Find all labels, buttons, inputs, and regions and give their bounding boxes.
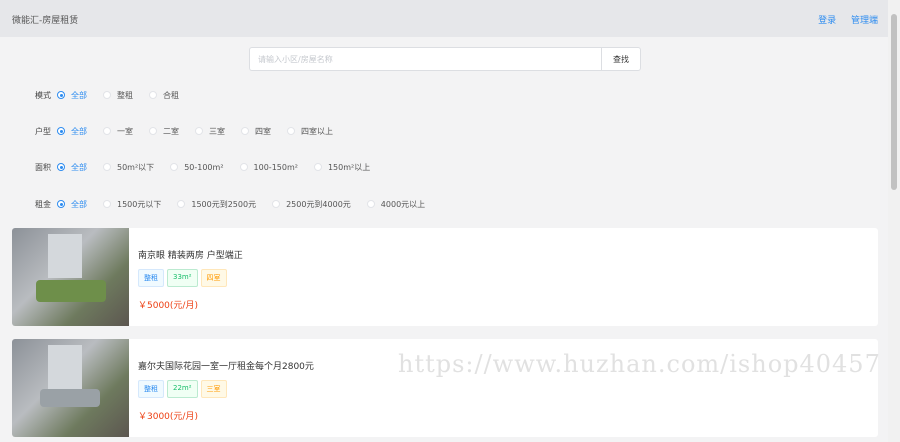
filter-label: 模式 bbox=[35, 90, 51, 100]
listing-tag: 三室 bbox=[200, 380, 227, 398]
filter-option-label: 全部 bbox=[71, 162, 87, 172]
radio-icon[interactable] bbox=[57, 127, 65, 135]
filter-option-label: 50m²以下 bbox=[117, 162, 155, 172]
filter-option[interactable]: 150m²以上 bbox=[313, 162, 371, 173]
radio-icon[interactable] bbox=[103, 163, 111, 171]
filter-option[interactable]: 全部 bbox=[57, 162, 87, 173]
site-brand: 微能汇-房屋租赁 bbox=[12, 16, 79, 26]
filter-option[interactable]: 50m²以下 bbox=[103, 162, 154, 173]
filter-option-label: 全部 bbox=[71, 199, 87, 209]
photo-sofa bbox=[40, 389, 100, 407]
filter-option[interactable]: 二室 bbox=[149, 126, 179, 137]
filter-option-label: 全部 bbox=[71, 90, 87, 100]
radio-icon[interactable] bbox=[170, 163, 179, 171]
scrollbar[interactable] bbox=[888, 0, 900, 442]
filter-option[interactable]: 1500元以下 bbox=[103, 199, 161, 210]
radio-icon[interactable] bbox=[103, 91, 111, 99]
filter-label: 面积 bbox=[35, 162, 51, 172]
radio-icon[interactable] bbox=[149, 127, 157, 135]
radio-icon[interactable] bbox=[177, 200, 186, 208]
search-bar: 查找 bbox=[249, 47, 641, 71]
listing-tag: 四室 bbox=[200, 269, 227, 287]
admin-link[interactable]: 管理端 bbox=[851, 16, 878, 26]
radio-icon[interactable] bbox=[366, 200, 375, 208]
filter-option[interactable]: 50-100m² bbox=[170, 162, 224, 172]
filter-option[interactable]: 4000元以上 bbox=[366, 199, 426, 210]
header-links: 登录 管理端 bbox=[806, 13, 878, 26]
filter-option[interactable]: 四室以上 bbox=[287, 126, 333, 137]
watermark-text: https://www.huzhan.com/ishop40457 bbox=[398, 350, 881, 378]
filter-option-label: 合租 bbox=[163, 90, 179, 100]
filter-option-label: 50-100m² bbox=[184, 162, 224, 172]
radio-icon[interactable] bbox=[313, 163, 322, 171]
filter-option[interactable]: 三室 bbox=[195, 126, 225, 137]
radio-icon[interactable] bbox=[57, 200, 65, 208]
filter-option[interactable]: 1500元到2500元 bbox=[177, 199, 256, 210]
search-input[interactable] bbox=[249, 47, 601, 71]
radio-icon[interactable] bbox=[195, 127, 203, 135]
radio-icon[interactable] bbox=[272, 200, 281, 208]
filter-option-label: 150m²以上 bbox=[327, 162, 371, 172]
listing-card[interactable]: 南京眼 精装两房 户型端正整租 33m² 四室 ￥5000(元/月) bbox=[12, 228, 878, 326]
radio-icon[interactable] bbox=[239, 163, 248, 171]
filter-option-label: 一室 bbox=[117, 126, 133, 136]
top-header: 微能汇-房屋租赁 登录 管理端 bbox=[0, 0, 888, 37]
radio-icon[interactable] bbox=[57, 91, 65, 99]
photo-window bbox=[48, 234, 82, 278]
filter-option-label: 4000元以上 bbox=[380, 199, 426, 209]
listing-tag: 22m² bbox=[167, 380, 198, 398]
filter-option-label: 整租 bbox=[117, 90, 133, 100]
listing-tag: 整租 bbox=[138, 269, 164, 287]
radio-icon[interactable] bbox=[103, 127, 111, 135]
filter-option[interactable]: 全部 bbox=[57, 126, 87, 137]
listing-price: ￥3000(元/月) bbox=[138, 412, 198, 422]
listing-photo[interactable] bbox=[12, 228, 129, 326]
filter-option[interactable]: 合租 bbox=[149, 90, 179, 101]
filter-row: 租金 全部 1500元以下 1500元到2500元 2500元到4000元 4000元以上 bbox=[35, 197, 441, 211]
photo-window bbox=[48, 345, 82, 389]
listing-tags: 整租 22m² 三室 bbox=[138, 380, 230, 398]
filter-option[interactable]: 2500元到4000元 bbox=[272, 199, 351, 210]
login-link[interactable]: 登录 bbox=[818, 16, 836, 26]
filter-option-label: 三室 bbox=[209, 126, 225, 136]
filter-label: 户型 bbox=[35, 126, 51, 136]
listing-photo[interactable] bbox=[12, 339, 129, 437]
filter-row: 户型 全部 一室 二室 三室 四室 四室以上 bbox=[35, 124, 349, 138]
radio-icon[interactable] bbox=[149, 91, 157, 99]
listing-price: ￥5000(元/月) bbox=[138, 301, 198, 311]
photo-sofa bbox=[36, 280, 106, 302]
filter-option-label: 二室 bbox=[163, 126, 179, 136]
filter-option[interactable]: 全部 bbox=[57, 90, 87, 101]
listing-tags: 整租 33m² 四室 bbox=[138, 269, 230, 287]
listing-title[interactable]: 嘉尔夫国际花园一室一厅租金每个月2800元 bbox=[138, 359, 314, 372]
filter-option[interactable]: 全部 bbox=[57, 199, 87, 210]
filter-option-label: 四室以上 bbox=[301, 126, 333, 136]
filter-option[interactable]: 四室 bbox=[241, 126, 271, 137]
filter-row: 模式 全部 整租 合租 bbox=[35, 88, 195, 102]
filter-option-label: 全部 bbox=[71, 126, 87, 136]
filter-option-label: 1500元以下 bbox=[117, 199, 162, 209]
filter-label: 租金 bbox=[35, 199, 51, 209]
filter-option-label: 1500元到2500元 bbox=[191, 199, 257, 209]
filter-option-label: 100-150m² bbox=[253, 162, 298, 172]
filter-option[interactable]: 一室 bbox=[103, 126, 133, 137]
filter-option[interactable]: 100-150m² bbox=[239, 162, 298, 172]
filter-option-label: 四室 bbox=[255, 126, 271, 136]
listing-tag: 整租 bbox=[138, 380, 164, 398]
listing-tag: 33m² bbox=[167, 269, 198, 287]
radio-icon[interactable] bbox=[241, 127, 249, 135]
radio-icon[interactable] bbox=[287, 127, 295, 135]
radio-icon[interactable] bbox=[57, 163, 65, 171]
search-button[interactable]: 查找 bbox=[601, 47, 641, 71]
radio-icon[interactable] bbox=[103, 200, 111, 208]
scrollbar-thumb[interactable] bbox=[891, 14, 897, 190]
filter-row: 面积 全部 50m²以下 50-100m² 100-150m² 150m²以上 bbox=[35, 160, 386, 174]
filter-option[interactable]: 整租 bbox=[103, 90, 133, 101]
listing-title[interactable]: 南京眼 精装两房 户型端正 bbox=[138, 248, 243, 261]
filter-option-label: 2500元到4000元 bbox=[286, 199, 351, 209]
